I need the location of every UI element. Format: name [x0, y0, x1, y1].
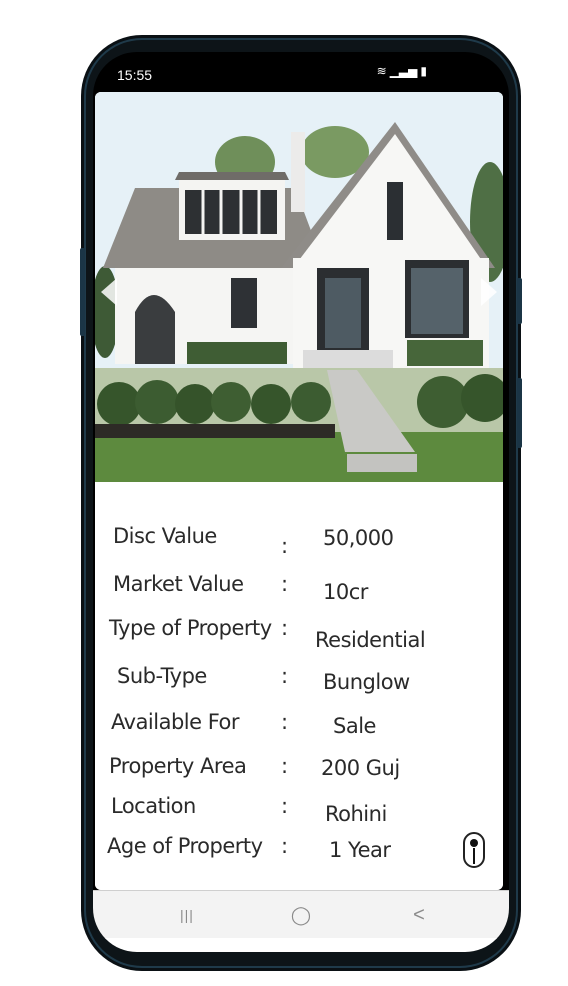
- detail-label: Market Value: [113, 572, 244, 596]
- signal-icon: ▁▃▅: [389, 64, 418, 78]
- detail-separator: :: [281, 754, 288, 778]
- detail-value: 50,000: [323, 526, 394, 550]
- property-photo[interactable]: [95, 92, 503, 482]
- detail-row-property-area: Property Area : 200 Guj: [95, 754, 503, 794]
- chevron-left-icon[interactable]: [101, 278, 117, 306]
- detail-separator: :: [281, 534, 288, 558]
- detail-row-market-value: Market Value : 10cr: [95, 572, 503, 612]
- detail-label: Age of Property: [107, 834, 263, 858]
- status-bar: 15:55 ≋ ▁▃▅ ▮: [93, 52, 509, 90]
- home-icon: ◯: [290, 904, 312, 925]
- detail-value: 200 Guj: [321, 756, 400, 780]
- detail-row-age-of-property: Age of Property : 1 Year: [95, 834, 503, 874]
- detail-separator: :: [281, 664, 288, 688]
- chevron-right-icon[interactable]: [481, 278, 497, 306]
- detail-value: 10cr: [323, 580, 368, 604]
- side-button: [517, 378, 522, 448]
- detail-row-available-for: Available For : Sale: [95, 710, 503, 750]
- detail-label: Property Area: [109, 754, 247, 778]
- power-button: [517, 278, 522, 324]
- detail-separator: :: [281, 834, 288, 858]
- detail-row-location: Location : Rohini: [95, 794, 503, 834]
- recents-button[interactable]: |||: [157, 891, 217, 939]
- detail-separator: :: [281, 710, 288, 734]
- screen-bottom: [93, 938, 509, 952]
- android-nav-bar: ||| ◯ <: [93, 890, 509, 939]
- battery-icon: ▮: [420, 64, 427, 78]
- detail-value: Sale: [333, 714, 376, 738]
- detail-label: Available For: [111, 710, 240, 734]
- property-details: Disc Value : 50,000 Market Value : 10cr …: [95, 482, 503, 890]
- detail-value: Residential: [315, 628, 426, 652]
- detail-separator: :: [281, 794, 288, 818]
- detail-separator: :: [281, 616, 288, 640]
- back-icon: <: [413, 903, 425, 926]
- home-button[interactable]: ◯: [271, 891, 331, 939]
- status-icons: ≋ ▁▃▅ ▮: [377, 64, 427, 78]
- status-time: 15:55: [117, 67, 153, 83]
- detail-label: Type of Property: [109, 616, 272, 640]
- detail-value: Rohini: [325, 802, 387, 826]
- detail-value: 1 Year: [329, 838, 391, 862]
- detail-label: Location: [111, 794, 196, 818]
- recents-icon: |||: [180, 907, 194, 923]
- phone-screen: 15:55 ≋ ▁▃▅ ▮ Disc Value: 50,000 Market…: [93, 52, 509, 952]
- volume-button: [80, 248, 85, 336]
- detail-label: Disc Value: [113, 524, 217, 548]
- detail-label: Sub-Type: [117, 664, 207, 688]
- detail-row-type-of-property: Type of Property : Residential: [95, 616, 503, 656]
- detail-row-sub-type: Sub-Type : Bunglow: [95, 664, 503, 704]
- detail-value: Bunglow: [323, 670, 410, 694]
- phone-frame: 15:55 ≋ ▁▃▅ ▮ Disc Value: 50,000 Market…: [80, 38, 522, 968]
- back-button[interactable]: <: [389, 891, 449, 939]
- detail-separator: :: [281, 572, 288, 596]
- info-dot: [470, 839, 478, 847]
- info-bar: [473, 848, 475, 864]
- wifi-icon: ≋: [376, 64, 387, 78]
- info-icon[interactable]: [463, 832, 485, 868]
- property-detail-screen: Disc Value : 50,000 Market Value : 10cr …: [95, 92, 503, 890]
- detail-row-disc-value: Disc Value : 50,000: [95, 524, 503, 564]
- house-illustration: [95, 92, 503, 482]
